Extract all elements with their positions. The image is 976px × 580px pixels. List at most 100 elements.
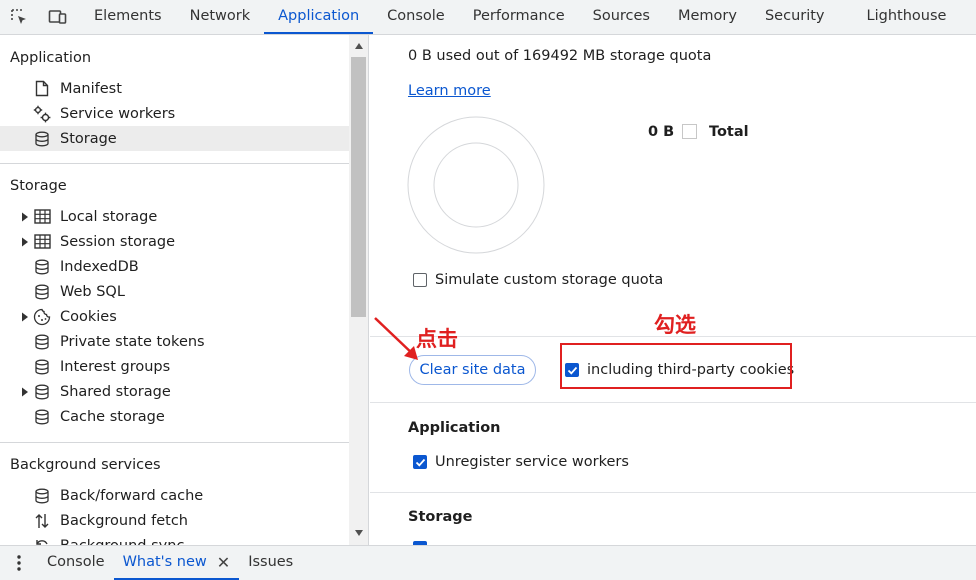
tab-application[interactable]: Application <box>264 0 374 34</box>
sidebar-item-label: Manifest <box>60 80 122 97</box>
section-divider <box>370 402 976 403</box>
sidebar-item-label: Cookies <box>60 308 117 325</box>
table-icon <box>33 208 51 226</box>
unregister-workers-label: Unregister service workers <box>435 454 629 470</box>
sidebar-item-storage[interactable]: Storage <box>0 126 349 151</box>
unregister-workers-row[interactable]: Unregister service workers <box>413 454 629 470</box>
drawer-tab-what-s-new[interactable]: What's new ✕ <box>113 546 240 580</box>
clear-site-data-button[interactable]: Clear site data <box>409 355 536 385</box>
sidebar-section-storage: Storage <box>10 178 67 194</box>
expand-arrow-icon[interactable] <box>20 387 30 397</box>
sidebar-scrollbar[interactable] <box>349 35 369 545</box>
total-usage-value: 0 B <box>648 124 675 140</box>
sidebar-item-local-storage[interactable]: Local storage <box>0 204 349 229</box>
sidebar-item-manifest[interactable]: Manifest <box>0 76 349 101</box>
total-legend-swatch <box>682 124 697 139</box>
sidebar-item-label: Shared storage <box>60 383 171 400</box>
sidebar-item-interest-groups[interactable]: Interest groups <box>0 354 349 379</box>
database-icon <box>33 333 51 351</box>
checkmark-icon <box>415 458 425 467</box>
sidebar-item-label: IndexedDB <box>60 258 139 275</box>
sidebar-item-label: Storage <box>60 130 117 147</box>
unregister-workers-checkbox[interactable] <box>413 455 427 469</box>
annotation-highlight-box <box>560 343 792 389</box>
sidebar-item-private-state-tokens[interactable]: Private state tokens <box>0 329 349 354</box>
storage-quota-text: 0 B used out of 169492 MB storage quota <box>408 48 712 64</box>
drawer-tab-label: What's new <box>122 554 207 570</box>
drawer-tab-bar: Console What's new ✕ Issues <box>0 545 976 580</box>
simulate-quota-label: Simulate custom storage quota <box>435 272 664 288</box>
drawer-tab-label: Issues <box>248 554 294 570</box>
annotation-click-text: 点击 <box>416 327 458 351</box>
inspect-element-icon[interactable] <box>0 0 38 34</box>
tab-security[interactable]: Security <box>751 0 839 34</box>
sidebar-item-cache-storage[interactable]: Cache storage <box>0 404 349 429</box>
sidebar-section-background-services: Background services <box>10 457 161 473</box>
close-icon[interactable]: ✕ <box>217 553 230 572</box>
tab-memory[interactable]: Memory <box>664 0 751 34</box>
learn-more-link[interactable]: Learn more <box>408 83 491 99</box>
sidebar-item-back-forward-cache[interactable]: Back/forward cache <box>0 483 349 508</box>
application-sidebar: Application Manifest Service workers Stora… <box>0 35 349 545</box>
sidebar-item-label: Service workers <box>60 105 176 122</box>
total-legend-label: Total <box>709 124 749 140</box>
cookie-icon <box>33 308 51 326</box>
gears-icon <box>33 105 51 123</box>
sidebar-item-indexeddb[interactable]: IndexedDB <box>0 254 349 279</box>
tab-lighthouse[interactable]: Lighthouse <box>853 0 961 34</box>
drawer-tab-console[interactable]: Console <box>38 546 114 580</box>
simulate-quota-checkbox[interactable] <box>413 273 427 287</box>
table-icon <box>33 233 51 251</box>
sidebar-divider <box>0 442 349 443</box>
section-divider <box>370 492 976 493</box>
storage-heading: Storage <box>408 509 473 525</box>
annotation-arrow-icon <box>374 317 418 360</box>
drawer-tab-issues[interactable]: Issues <box>239 546 302 580</box>
simulate-quota-row[interactable]: Simulate custom storage quota <box>413 272 663 288</box>
database-icon <box>33 487 51 505</box>
sidebar-item-label: Private state tokens <box>60 333 205 350</box>
sidebar-item-label: Interest groups <box>60 358 171 375</box>
expand-arrow-icon[interactable] <box>20 312 30 322</box>
sidebar-divider <box>0 163 349 164</box>
sidebar-item-label: Background sync <box>60 538 184 546</box>
more-options-icon[interactable] <box>0 546 38 580</box>
sidebar-item-web-sql[interactable]: Web SQL <box>0 279 349 304</box>
storage-usage-pie-chart <box>407 116 545 254</box>
drawer-tab-label: Console <box>47 554 105 570</box>
scrollbar-thumb[interactable] <box>351 57 366 317</box>
sidebar-item-service-workers[interactable]: Service workers <box>0 101 349 126</box>
database-icon <box>33 130 51 148</box>
scroll-down-icon[interactable] <box>353 527 365 539</box>
device-toolbar-icon[interactable] <box>38 0 76 34</box>
sidebar-item-background-fetch[interactable]: Background fetch <box>0 508 349 533</box>
database-icon <box>33 383 51 401</box>
application-heading: Application <box>408 420 501 436</box>
sidebar-item-session-storage[interactable]: Session storage <box>0 229 349 254</box>
tab-elements[interactable]: Elements <box>80 0 176 34</box>
database-icon <box>33 358 51 376</box>
tab-console[interactable]: Console <box>373 0 459 34</box>
storage-panel: 0 B used out of 169492 MB storage quota … <box>370 35 976 545</box>
sidebar-item-background-sync[interactable]: Background sync <box>0 533 349 545</box>
sidebar-item-cookies[interactable]: Cookies <box>0 304 349 329</box>
sidebar-section-application: Application <box>10 50 92 66</box>
tab-sources[interactable]: Sources <box>579 0 664 34</box>
expand-arrow-icon[interactable] <box>20 237 30 247</box>
database-icon <box>33 408 51 426</box>
database-icon <box>33 283 51 301</box>
tab-network[interactable]: Network <box>176 0 265 34</box>
up-down-arrows-icon <box>33 512 51 530</box>
annotation-check-text: 勾选 <box>654 313 696 337</box>
sidebar-item-label: Back/forward cache <box>60 487 204 504</box>
sidebar-item-label: Local storage <box>60 208 158 225</box>
sidebar-item-label: Background fetch <box>60 512 188 529</box>
sidebar-item-label: Session storage <box>60 233 176 250</box>
database-icon <box>33 258 51 276</box>
expand-arrow-icon[interactable] <box>20 212 30 222</box>
devtools-tab-bar: Elements Network Application Console Perform… <box>0 0 976 35</box>
sidebar-item-shared-storage[interactable]: Shared storage <box>0 379 349 404</box>
scroll-up-icon[interactable] <box>353 40 365 52</box>
tab-performance[interactable]: Performance <box>459 0 579 34</box>
sidebar-item-label: Cache storage <box>60 408 165 425</box>
